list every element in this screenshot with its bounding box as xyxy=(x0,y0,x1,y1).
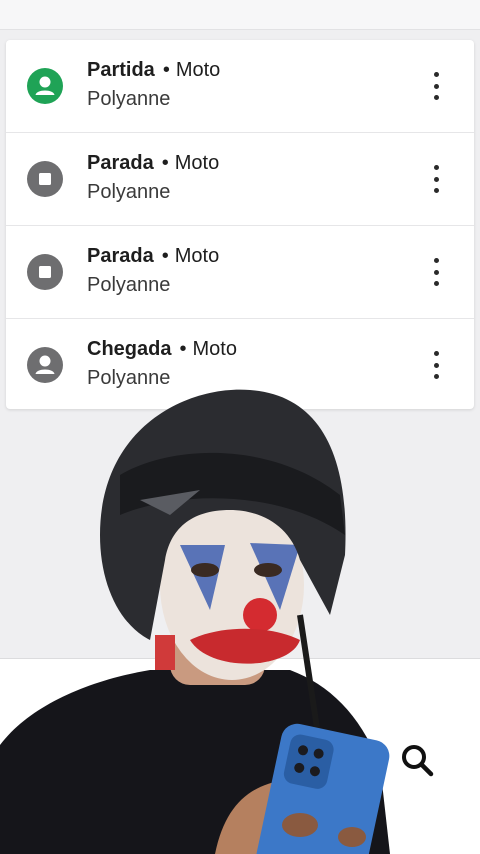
stop-vehicle: Moto xyxy=(174,245,220,267)
person-icon xyxy=(27,68,63,104)
more-options-icon[interactable] xyxy=(428,351,444,379)
person-overlay-image xyxy=(0,389,390,854)
list-item[interactable]: Parada • Moto Polyanne xyxy=(6,226,474,319)
stop-name: Polyanne xyxy=(87,181,171,203)
more-options-icon[interactable] xyxy=(428,72,444,100)
separator-dot: • xyxy=(161,245,169,267)
more-options-icon[interactable] xyxy=(428,258,444,286)
more-options-icon[interactable] xyxy=(428,165,444,193)
stop-icon xyxy=(27,161,63,197)
separator-dot: • xyxy=(162,59,170,81)
stop-status: Partida xyxy=(87,59,155,81)
stop-vehicle: Moto xyxy=(174,152,220,174)
separator-dot: • xyxy=(161,152,169,174)
stop-status: Parada xyxy=(87,245,154,267)
stop-vehicle: Moto xyxy=(192,338,237,360)
list-item[interactable]: Parada • Moto Polyanne xyxy=(6,133,474,226)
stop-icon xyxy=(27,254,63,290)
list-item[interactable]: Partida • Moto Polyanne xyxy=(6,40,474,133)
stop-vehicle: Moto xyxy=(175,59,221,81)
separator-dot: • xyxy=(179,338,187,360)
stop-name: Polyanne xyxy=(87,274,171,296)
person-icon xyxy=(27,347,63,383)
stop-status: Parada xyxy=(87,152,154,174)
stops-list: Partida • Moto Polyanne Parada • Moto Polyan… xyxy=(6,40,474,409)
stop-name: Polyanne xyxy=(87,88,171,110)
stop-status: Chegada xyxy=(87,338,172,360)
top-bar xyxy=(0,0,480,30)
